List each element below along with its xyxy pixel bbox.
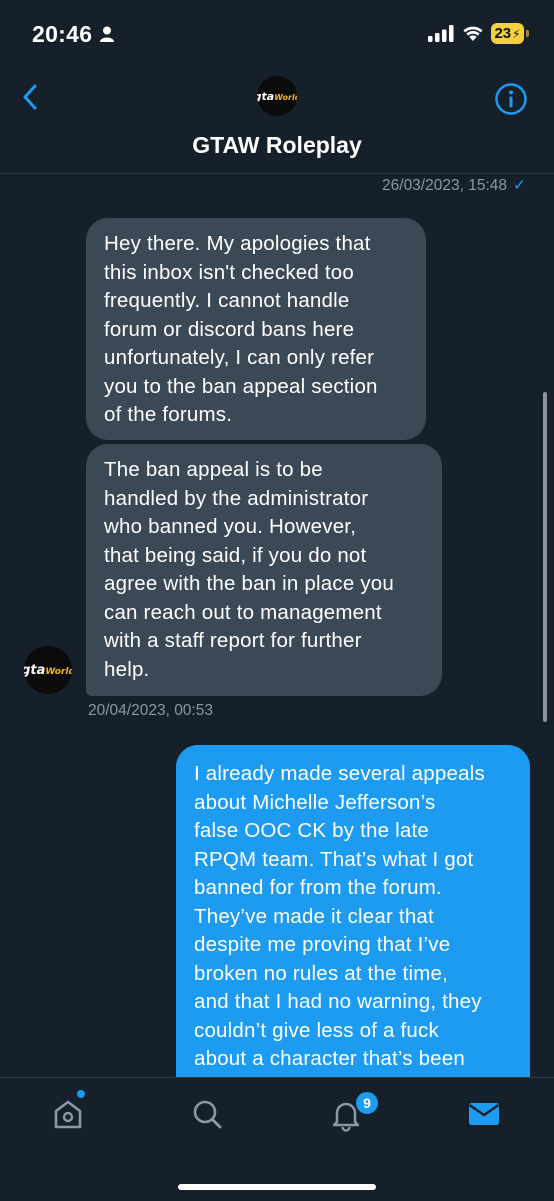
message-timestamp: 20/04/2023, 00:53 — [88, 702, 213, 719]
mail-icon — [468, 1103, 500, 1125]
person-icon — [100, 26, 114, 47]
home-notification-dot — [77, 1090, 85, 1098]
battery-tip — [526, 30, 529, 37]
battery-charging-icon: 23 ⚡ — [491, 23, 524, 44]
status-time: 20:46 — [32, 21, 93, 47]
wifi-icon — [461, 24, 485, 47]
status-bar: 20:46 23 ⚡ — [0, 0, 554, 70]
tab-home[interactable] — [50, 1096, 86, 1132]
signal-icon — [428, 25, 454, 47]
gtaw-logo: gtaWorld — [24, 662, 72, 678]
read-check-icon: ✓ — [513, 177, 526, 194]
conversation-header: gtaWorld GTAW Roleplay — [0, 70, 554, 174]
home-icon — [54, 1100, 82, 1129]
home-indicator[interactable] — [178, 1184, 376, 1190]
search-icon — [193, 1100, 222, 1129]
battery-level: 23 — [494, 25, 512, 42]
gtaw-logo: gtaWorld — [257, 89, 297, 103]
message-timestamp: 26/03/2023, 15:48 ✓ — [382, 177, 526, 194]
notification-badge: 9 — [354, 1090, 380, 1116]
tab-search[interactable] — [189, 1096, 225, 1132]
info-icon — [495, 83, 527, 115]
back-chevron-icon — [23, 84, 37, 110]
tab-messages[interactable] — [466, 1096, 502, 1132]
sender-avatar[interactable]: gtaWorld — [24, 646, 72, 694]
scrollbar[interactable] — [543, 392, 547, 722]
incoming-message[interactable]: The ban appeal is to be handled by the a… — [86, 444, 442, 696]
outgoing-message[interactable]: I already made several appeals about Mic… — [176, 745, 530, 1105]
info-button[interactable] — [494, 82, 528, 116]
conversation-title: GTAW Roleplay — [192, 132, 362, 158]
incoming-message[interactable]: Hey there. My apologies that this inbox … — [86, 218, 426, 440]
header-avatar[interactable]: gtaWorld — [257, 76, 297, 116]
back-button[interactable] — [16, 82, 46, 112]
